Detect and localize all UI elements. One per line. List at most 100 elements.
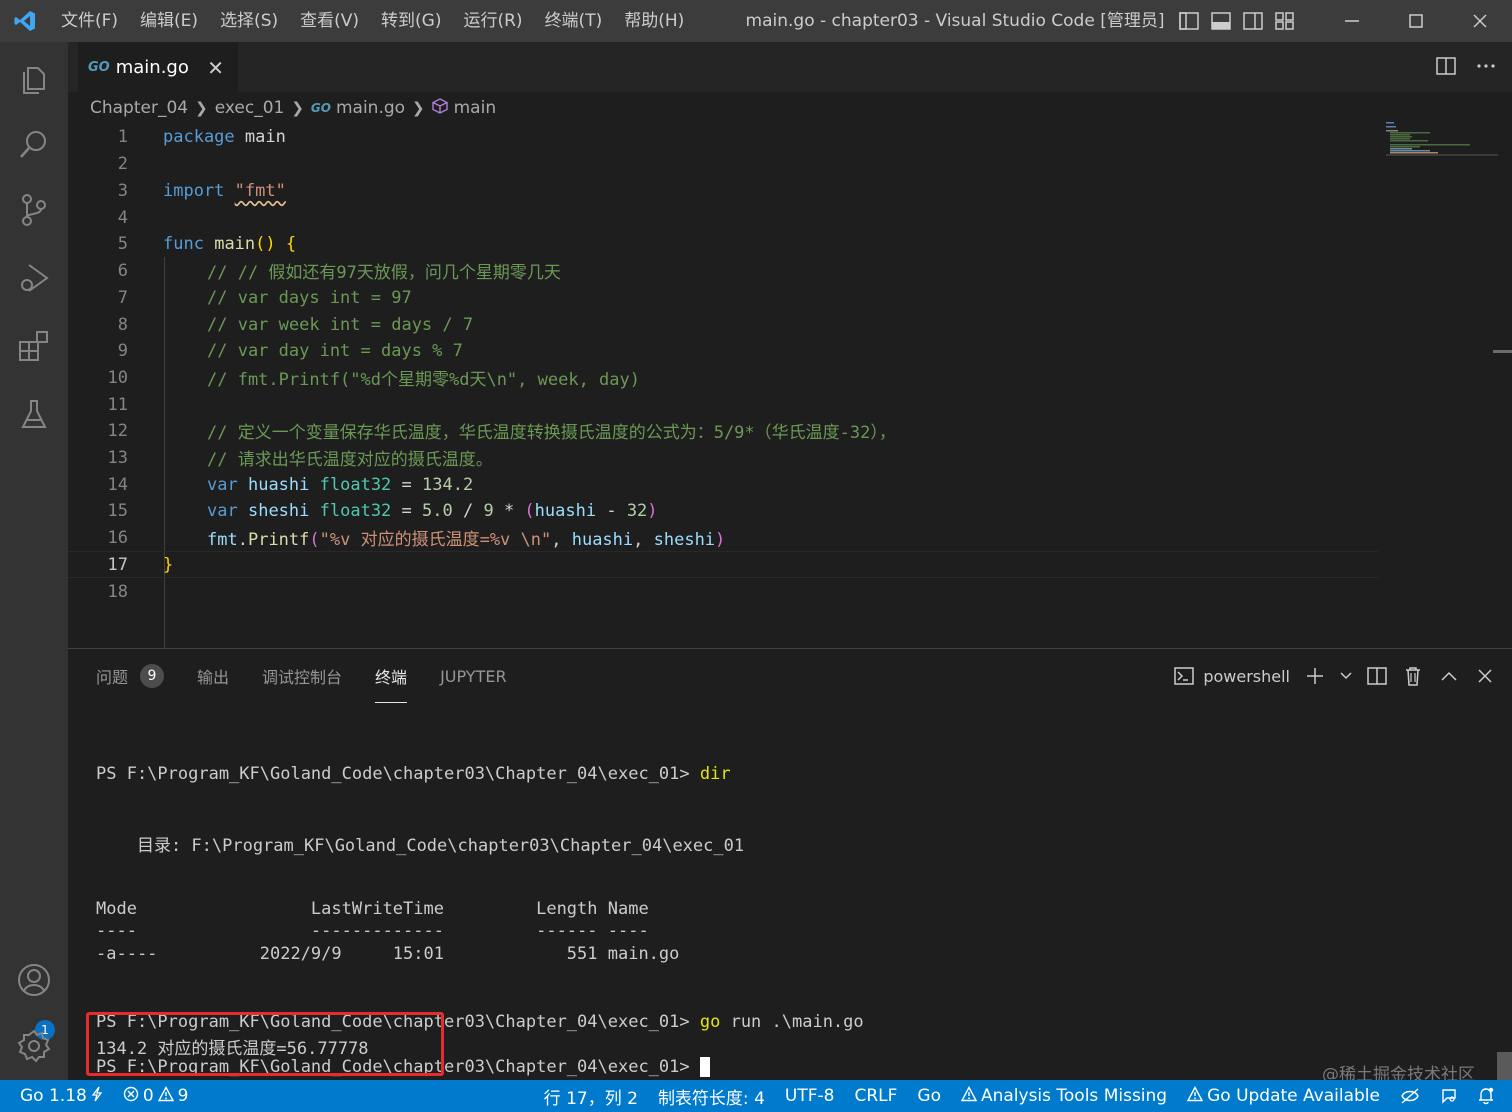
code-token: var xyxy=(207,474,238,495)
breadcrumb-file[interactable]: main.go xyxy=(336,98,405,118)
code-line-current: 17} xyxy=(68,551,1378,578)
encoding-status[interactable]: UTF-8 xyxy=(775,1080,845,1112)
language-mode-status[interactable]: Go xyxy=(907,1080,951,1112)
toggle-primary-sidebar-icon[interactable] xyxy=(1178,10,1200,32)
feedback-icon[interactable] xyxy=(1430,1080,1468,1112)
menu-help[interactable]: 帮助(H) xyxy=(613,0,695,42)
tab-label: main.go xyxy=(115,57,189,78)
source-control-icon[interactable] xyxy=(0,178,68,242)
code-token: // fmt.Printf("%d个星期零%d天\n", week, day) xyxy=(207,370,640,390)
warning-count: 9 xyxy=(177,1086,189,1106)
testing-icon[interactable] xyxy=(0,382,68,446)
close-tab-icon[interactable]: ✕ xyxy=(207,56,224,80)
indentation-status[interactable]: 制表符长度: 4 xyxy=(648,1080,775,1112)
terminal-line: ---- ------------- ------ ---- xyxy=(96,921,649,941)
error-icon xyxy=(123,1086,139,1107)
settings-gear-icon[interactable] xyxy=(0,1014,68,1078)
breadcrumb-symbol[interactable]: main xyxy=(454,98,496,118)
code-line: 2 xyxy=(68,150,1378,177)
run-debug-icon[interactable] xyxy=(0,246,68,310)
go-update-status[interactable]: Go Update Available xyxy=(1177,1080,1390,1112)
toggle-secondary-sidebar-icon[interactable] xyxy=(1242,10,1264,32)
code-line: 16 fmt.Printf("%v 对应的摄氏温度=%v \n", huashi,… xyxy=(68,524,1378,551)
line-number: 17 xyxy=(107,554,128,575)
highlight-annotation-box xyxy=(86,1012,444,1076)
code-line: 1 package main xyxy=(68,123,1378,150)
analysis-tools-status[interactable]: Analysis Tools Missing xyxy=(951,1080,1177,1112)
code-line: 7 // var days int = 97 xyxy=(68,284,1378,311)
explorer-icon[interactable] xyxy=(0,46,68,110)
code-line: 15 var sheshi float32 = 5.0 / 9 * (huashi… xyxy=(68,497,1378,524)
code-token: // var day int = days % 7 xyxy=(207,340,463,361)
code-token: = xyxy=(391,500,423,521)
more-actions-icon[interactable] xyxy=(1474,54,1498,78)
code-line: 12 // 定义一个变量保存华氏温度，华氏温度转换摄氏温度的公式为：5/9*（华氏… xyxy=(68,417,1378,444)
line-number: 16 xyxy=(107,527,128,548)
activity-bar: 1 xyxy=(0,42,68,1080)
line-number: 10 xyxy=(107,367,128,388)
code-editor[interactable]: 1 package main 2 3 import "fmt" 4 5 func ma… xyxy=(68,122,1512,673)
go-file-icon: GO xyxy=(88,60,110,75)
symbol-method-icon xyxy=(431,97,448,119)
terminal-prompt: PS F:\Program_KF\Goland_Code\chapter03\C… xyxy=(96,764,700,784)
split-editor-icon[interactable] xyxy=(1434,54,1458,78)
live-share-off-icon[interactable] xyxy=(1390,1080,1430,1112)
terminal-scrollbar[interactable] xyxy=(1497,1052,1512,1080)
toggle-panel-icon[interactable] xyxy=(1210,10,1232,32)
terminal-line: PS F:\Program_KF\Goland_Code\chapter03\C… xyxy=(96,764,731,784)
accounts-icon[interactable] xyxy=(0,948,68,1012)
chevron-right-icon: ❯ xyxy=(195,99,208,117)
code-token: var xyxy=(207,500,238,521)
eol-status[interactable]: CRLF xyxy=(844,1080,907,1112)
code-token: main xyxy=(214,233,256,254)
menu-go[interactable]: 转到(G) xyxy=(370,0,452,42)
code-token: ( xyxy=(309,530,320,550)
code-line: 5 func main() { xyxy=(68,230,1378,257)
terminal-cursor xyxy=(699,1057,710,1077)
terminal-line: Mode LastWriteTime Length Name xyxy=(96,899,649,919)
tab-main-go[interactable]: GO main.go ✕ xyxy=(78,42,238,92)
minimize-icon[interactable] xyxy=(1320,0,1384,42)
menu-file[interactable]: 文件(F) xyxy=(50,0,129,42)
terminal-command-args: run .\main.go xyxy=(720,1012,864,1032)
customize-layout-icon[interactable] xyxy=(1274,10,1296,32)
line-number: 1 xyxy=(117,126,128,147)
line-number: 12 xyxy=(107,420,128,441)
line-number: 13 xyxy=(107,447,128,468)
menu-terminal[interactable]: 终端(T) xyxy=(534,0,614,42)
terminal-line: 目录: F:\Program_KF\Goland_Code\chapter03\… xyxy=(96,836,745,856)
notifications-bell-icon[interactable] xyxy=(1468,1080,1504,1112)
code-token: package xyxy=(163,126,235,147)
code-token: // // 假如还有97天放假，问几个星期零几天 xyxy=(207,263,561,283)
extensions-icon[interactable] xyxy=(0,314,68,378)
go-version-label: Go 1.18 xyxy=(20,1086,87,1106)
line-number: 2 xyxy=(117,153,128,174)
breadcrumb-folder-exec01[interactable]: exec_01 xyxy=(215,98,285,118)
code-token: , xyxy=(551,530,572,550)
code-token: float32 xyxy=(319,500,392,521)
code-token: "%v 对应的摄氏温度=%v \n" xyxy=(319,530,552,550)
go-version-status[interactable]: Go 1.18 xyxy=(0,1080,113,1112)
code-token: - xyxy=(596,500,627,521)
code-line: 18 xyxy=(68,578,1378,605)
menu-view[interactable]: 查看(V) xyxy=(289,0,370,42)
menu-run[interactable]: 运行(R) xyxy=(452,0,533,42)
problems-status[interactable]: 0 9 xyxy=(113,1080,199,1112)
code-token: , xyxy=(633,530,654,550)
breadcrumb: Chapter_04 ❯ exec_01 ❯ GO main.go ❯ main xyxy=(90,95,496,121)
maximize-icon[interactable] xyxy=(1384,0,1448,42)
close-window-icon[interactable] xyxy=(1448,0,1512,42)
breadcrumb-folder-chapter04[interactable]: Chapter_04 xyxy=(90,98,188,118)
lightning-icon xyxy=(91,1086,103,1107)
menu-edit[interactable]: 编辑(E) xyxy=(129,0,209,42)
minimap[interactable] xyxy=(1386,122,1498,162)
code-token: import xyxy=(163,180,225,201)
code-token: 134.2 xyxy=(422,474,474,495)
code-line: 6 // // 假如还有97天放假，问几个星期零几天 xyxy=(68,257,1378,284)
line-number: 15 xyxy=(107,500,128,521)
cursor-position-status[interactable]: 行 17，列 2 xyxy=(534,1080,648,1112)
analysis-tools-label: Analysis Tools Missing xyxy=(980,1086,1168,1106)
search-icon[interactable] xyxy=(0,112,68,176)
menu-selection[interactable]: 选择(S) xyxy=(209,0,289,42)
code-token: huashi xyxy=(571,530,634,550)
